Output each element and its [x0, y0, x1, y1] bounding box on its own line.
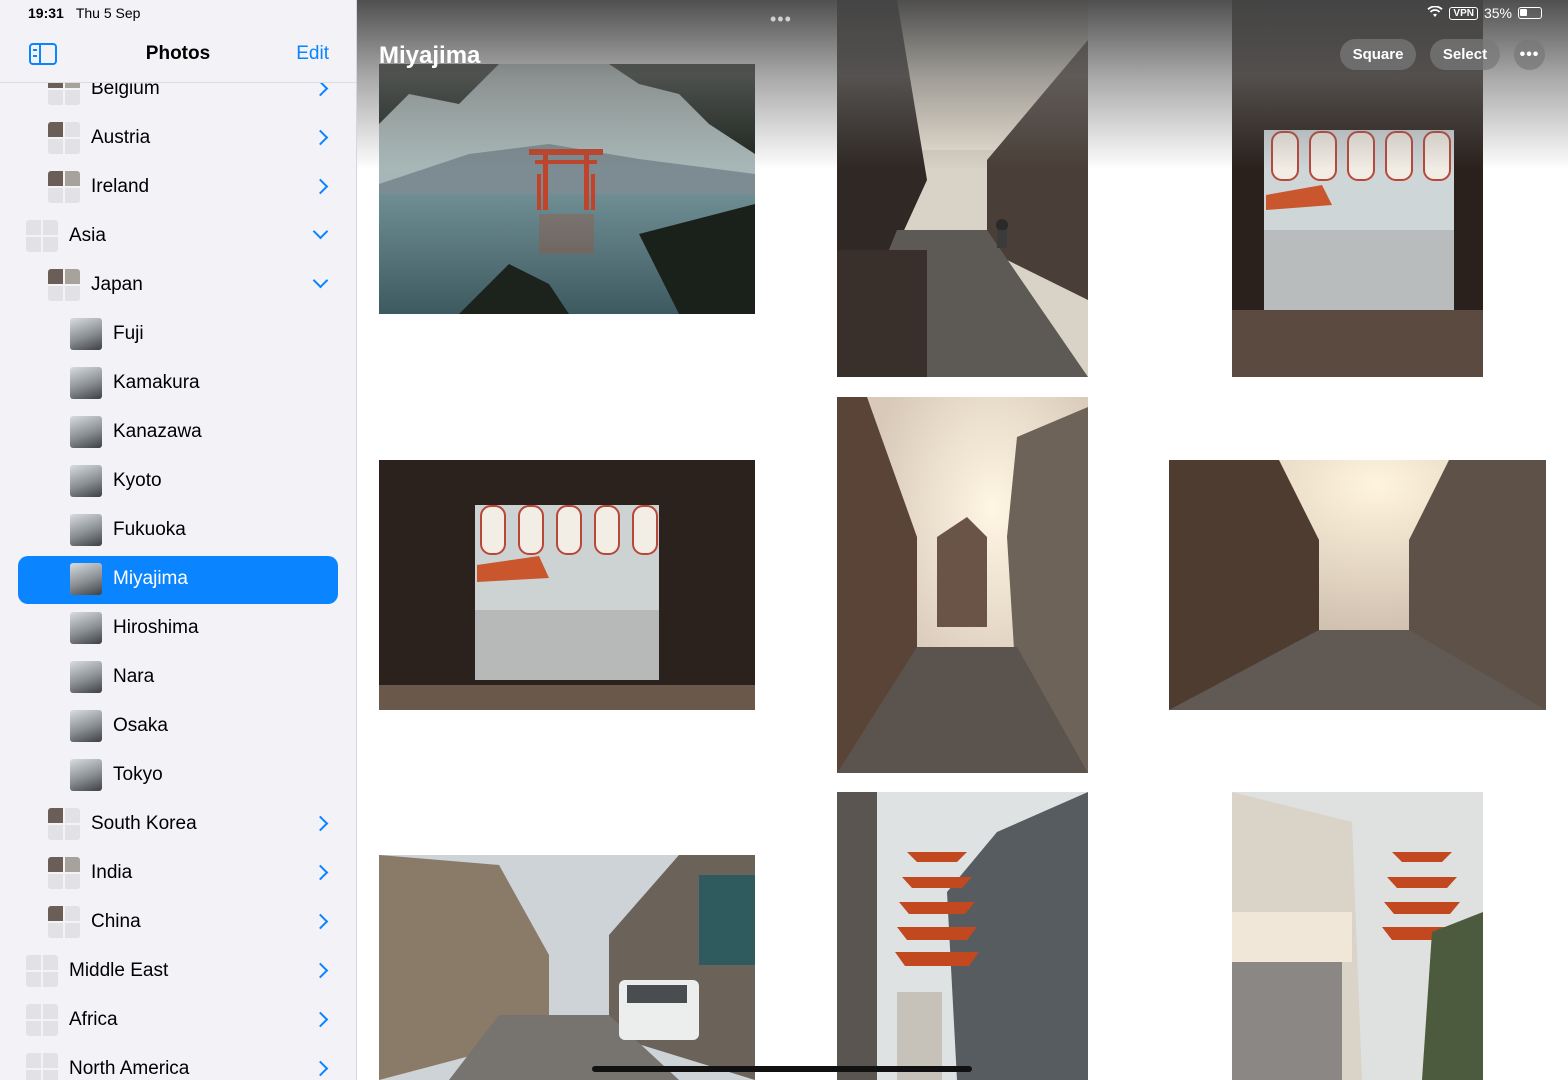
folder-thumbnail	[26, 1053, 58, 1080]
photo-street-van[interactable]	[379, 855, 755, 1080]
sidebar-item-label: Africa	[69, 1009, 118, 1030]
sidebar: 19:31 Thu 5 Sep Belgium Austria Ireland Asi…	[0, 0, 357, 1080]
square-button[interactable]: Square	[1340, 39, 1416, 70]
album-thumbnail	[70, 710, 102, 742]
sidebar-item-north-america[interactable]: North America	[0, 1045, 356, 1080]
status-time: 19:31	[28, 5, 64, 21]
folder-thumbnail	[48, 906, 80, 938]
folder-thumbnail	[48, 808, 80, 840]
sidebar-item-label: North America	[69, 1058, 190, 1079]
sidebar-item-label: Fukuoka	[113, 519, 186, 540]
sidebar-item-label: Middle East	[69, 960, 169, 981]
photo-street-cyclist[interactable]	[837, 0, 1088, 377]
sidebar-item-label: India	[91, 862, 133, 883]
sidebar-item-asia[interactable]: Asia	[0, 212, 356, 261]
album-title: Miyajima	[379, 42, 481, 69]
chevron-right-icon[interactable]	[312, 913, 329, 930]
sidebar-item-label: Hiroshima	[113, 617, 199, 638]
chevron-right-icon[interactable]	[312, 864, 329, 881]
folder-thumbnail	[26, 220, 58, 252]
sidebar-item-kanazawa[interactable]: Kanazawa	[0, 408, 356, 457]
sidebar-item-label: Kyoto	[113, 470, 162, 491]
sidebar-item-label: Nara	[113, 666, 155, 687]
sidebar-item-japan[interactable]: Japan	[0, 261, 356, 310]
album-thumbnail	[70, 514, 102, 546]
album-thumbnail	[70, 612, 102, 644]
battery-icon	[1518, 7, 1542, 19]
sidebar-item-label: Asia	[69, 225, 106, 246]
wifi-icon	[1427, 5, 1444, 21]
chevron-down-icon[interactable]	[312, 223, 329, 240]
sidebar-item-austria[interactable]: Austria	[0, 114, 356, 163]
chevron-right-icon[interactable]	[312, 962, 329, 979]
sidebar-item-nara[interactable]: Nara	[0, 653, 356, 702]
album-thumbnail	[70, 367, 102, 399]
album-thumbnail	[70, 661, 102, 693]
sidebar-item-label: Kanazawa	[113, 421, 202, 442]
sidebar-item-label: South Korea	[91, 813, 197, 834]
sidebar-item-china[interactable]: China	[0, 898, 356, 947]
sidebar-item-label: Ireland	[91, 176, 150, 197]
chevron-right-icon[interactable]	[312, 178, 329, 195]
sidebar-item-osaka[interactable]: Osaka	[0, 702, 356, 751]
more-options-icon[interactable]: •••	[1514, 39, 1545, 70]
sidebar-item-label: Austria	[91, 127, 151, 148]
sidebar-item-middle-east[interactable]: Middle East	[0, 947, 356, 996]
battery-percent: 35%	[1483, 5, 1512, 21]
sidebar-item-hiroshima[interactable]: Hiroshima	[0, 604, 356, 653]
status-indicators: VPN 35%	[1427, 5, 1542, 21]
chevron-right-icon[interactable]	[312, 1060, 329, 1077]
vpn-badge: VPN	[1449, 6, 1478, 20]
chevron-down-icon[interactable]	[312, 272, 329, 289]
folder-thumbnail	[48, 857, 80, 889]
photo-torii[interactable]	[379, 64, 755, 314]
home-indicator[interactable]	[592, 1066, 972, 1072]
photo-grid: ••• Miyajima VPN 35% Square Select •••	[357, 0, 1568, 1080]
folder-thumbnail	[26, 955, 58, 987]
folder-thumbnail	[48, 171, 80, 203]
photo-lantern-gate[interactable]	[379, 460, 755, 710]
status-date: Thu 5 Sep	[75, 5, 141, 21]
sidebar-item-ireland[interactable]: Ireland	[0, 163, 356, 212]
sidebar-item-india[interactable]: India	[0, 849, 356, 898]
sidebar-item-kamakura[interactable]: Kamakura	[0, 359, 356, 408]
sidebar-item-kyoto[interactable]: Kyoto	[0, 457, 356, 506]
album-thumbnail	[70, 759, 102, 791]
sidebar-item-label: Osaka	[113, 715, 168, 736]
select-button[interactable]: Select	[1430, 39, 1500, 70]
sidebar-header: Photos Edit	[0, 30, 356, 83]
sidebar-item-fuji[interactable]: Fuji	[0, 310, 356, 359]
album-thumbnail	[70, 563, 102, 595]
album-thumbnail	[70, 318, 102, 350]
sidebar-item-south-korea[interactable]: South Korea	[0, 800, 356, 849]
album-thumbnail	[70, 465, 102, 497]
photo-sunlit-alley[interactable]	[1169, 460, 1546, 710]
album-thumbnail	[70, 416, 102, 448]
multitasking-dots-icon[interactable]: •••	[770, 9, 792, 30]
sidebar-item-label: Fuji	[113, 323, 144, 344]
sidebar-item-label: Tokyo	[113, 764, 163, 785]
folder-thumbnail	[48, 122, 80, 154]
sidebar-item-label: Miyajima	[113, 568, 188, 589]
status-time-date: 19:31 Thu 5 Sep	[28, 5, 140, 21]
photo-sunlit-alley-portrait[interactable]	[837, 397, 1088, 773]
sidebar-item-tokyo[interactable]: Tokyo	[0, 751, 356, 800]
edit-button[interactable]: Edit	[296, 43, 329, 65]
folder-thumbnail	[26, 1004, 58, 1036]
sidebar-item-africa[interactable]: Africa	[0, 996, 356, 1045]
sidebar-item-miyajima[interactable]: Miyajima	[0, 555, 356, 604]
photo-pagoda-stairs[interactable]	[837, 792, 1088, 1080]
folder-thumbnail	[48, 269, 80, 301]
chevron-right-icon[interactable]	[312, 80, 329, 97]
sidebar-item-label: Japan	[91, 274, 143, 295]
chevron-right-icon[interactable]	[312, 1011, 329, 1028]
chevron-right-icon[interactable]	[312, 129, 329, 146]
chevron-right-icon[interactable]	[312, 815, 329, 832]
sidebar-item-fukuoka[interactable]: Fukuoka	[0, 506, 356, 555]
sidebar-item-label: Kamakura	[113, 372, 200, 393]
photo-shop-pagoda[interactable]	[1232, 792, 1483, 1080]
sidebar-item-label: China	[91, 911, 141, 932]
